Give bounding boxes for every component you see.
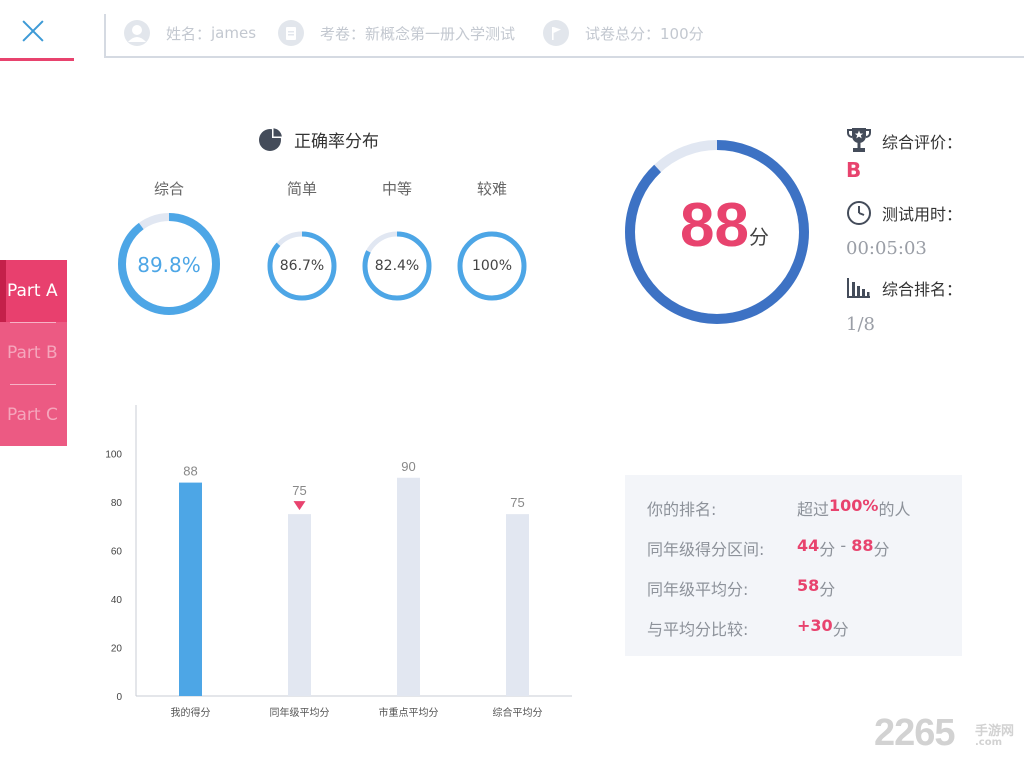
watermark-url: .com [975,737,1003,748]
user-icon [124,20,150,46]
tab-part-a[interactable]: Part A [0,260,67,322]
stat-range-unit-high: 分 [873,540,890,559]
ring-label-medium: 中等 [381,180,412,198]
rank-label: 综合排名： [882,280,963,299]
ring-value-overall: 89.8% [137,253,201,277]
pie-chart-icon [259,127,283,151]
stat-range-unit-low: 分 [819,540,836,559]
stat-range-label: 同年级得分区间: [647,540,765,559]
stat-range-separator: - [835,536,852,555]
total-score: 88 分 [680,190,769,262]
name-value: james [211,24,257,42]
rank-row: 综合排名： [846,276,962,300]
stat-average-value: 58 [797,576,820,595]
student-name: 姓名： james [124,20,256,46]
ring-value-medium: 82.4% [374,258,420,274]
rating-value: B [846,158,862,182]
close-button[interactable] [0,0,74,61]
ring-value-hard: 100% [471,258,513,274]
stat-average-label: 同年级平均分: [647,580,749,599]
paper-label: 考卷： [320,24,366,43]
stat-compare-label: 与平均分比较: [647,620,749,639]
bar [506,514,529,696]
exam-info-bar: 姓名： james 考卷： 新概念第一册入学测试 试卷总分： 100分 [104,14,1024,58]
ring-label-hard: 较难 [476,180,507,198]
stat-range: 同年级得分区间: 44 分 - 88 分 [647,536,890,560]
ring-value-easy: 86.7% [279,258,325,274]
stats-panel: 你的排名: 超过 100% 的人 同年级得分区间: 44 分 - 88 分 同年… [625,475,962,656]
bar-value-label: 90 [401,459,415,474]
bar-value-label: 75 [292,483,306,498]
bar [179,482,202,696]
tab-part-c[interactable]: Part C [0,384,67,446]
ring-label-overall: 综合 [153,180,184,198]
y-tick-label: 40 [111,595,123,606]
total-score-unit: 分 [748,225,769,249]
stat-compare-unit: 分 [832,620,849,639]
x-tick-label: 综合平均分 [493,706,543,719]
time-row: 测试用时： [846,200,962,226]
time-value: 00:05:03 [846,238,927,259]
bar [288,514,311,696]
stat-rank-prefix: 超过 [797,500,830,519]
stat-compare: 与平均分比较: +30 分 [647,616,849,640]
stat-rank-value: 100% [829,496,879,515]
tab-part-b[interactable]: Part B [0,322,67,384]
x-tick-label: 市重点平均分 [379,706,439,719]
total-score-value: 88 [680,191,749,260]
score-comparison-chart: 0 20 40 60 80 100 88 我的得分 75 同年级平均分 90 市重点平均分 75 综合平均… [105,405,572,719]
stat-rank: 你的排名: 超过 100% 的人 [647,496,910,520]
y-tick-label: 0 [116,692,122,703]
accuracy-title-text: 正确率分布 [294,131,379,152]
y-tick-label: 60 [111,547,123,558]
flag-icon [543,20,569,46]
time-label: 测试用时： [882,205,963,224]
stat-rank-label: 你的排名: [647,500,717,519]
paper-name: 考卷： 新概念第一册入学测试 [278,20,515,46]
rank-value: 1/8 [846,314,875,335]
stat-average-unit: 分 [819,580,836,599]
bar-value-label: 75 [510,495,524,510]
stat-range-high: 88 [851,536,874,555]
rating-row: 综合评价： [846,126,962,156]
total-score-info: 试卷总分： 100分 [543,20,704,46]
watermark-logo: 2265 [874,712,956,754]
trophy-icon [847,128,871,152]
accuracy-title: 正确率分布 [258,126,379,152]
x-tick-label: 同年级平均分 [270,706,330,719]
bar-value-label: 88 [183,464,197,479]
stat-average: 同年级平均分: 58 分 [647,576,835,600]
stat-range-low: 44 [797,536,820,555]
ring-label-easy: 简单 [286,180,317,198]
paper-value: 新概念第一册入学测试 [365,24,516,43]
bar [397,477,420,696]
y-tick-label: 100 [105,450,122,461]
y-tick-label: 80 [111,498,123,509]
name-label: 姓名： [166,24,212,43]
rating-label: 综合评价： [882,133,963,152]
marker-triangle [293,501,306,511]
stat-rank-suffix: 的人 [878,500,911,519]
x-tick-label: 我的得分 [171,706,211,719]
total-label: 试卷总分： [585,24,661,43]
close-icon [22,20,44,42]
clock-icon [847,201,871,225]
bar-rank-icon [847,278,870,298]
y-tick-label: 20 [111,644,123,655]
stat-compare-value: +30 [797,616,833,635]
part-tabs: Part A Part B Part C [0,260,67,446]
total-value: 100分 [660,24,704,43]
paper-icon [278,20,304,46]
